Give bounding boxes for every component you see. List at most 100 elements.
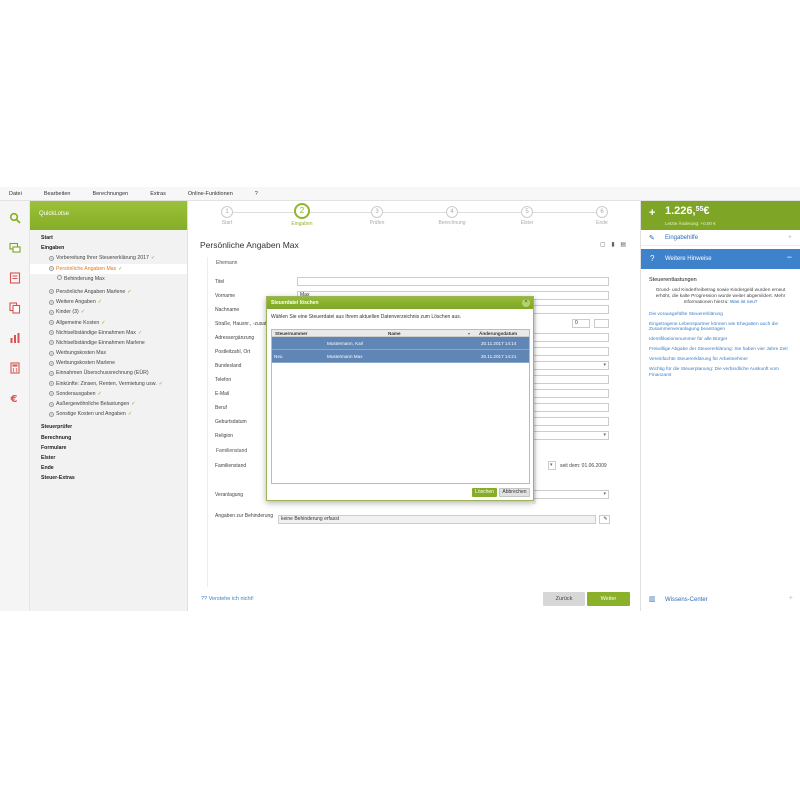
- plus-icon: +: [649, 207, 656, 219]
- step-number: 1: [221, 206, 233, 218]
- hint-link[interactable]: Wichtig für die Steuerplanung: Die verbi…: [649, 367, 792, 378]
- tree-item[interactable]: + Einnahmen Überschussrechnung (EÜR): [30, 368, 187, 378]
- tree-item[interactable]: Formulare: [30, 443, 187, 453]
- tree-item[interactable]: + Nichtselbständige Einnahmen Max ✓: [30, 328, 187, 338]
- eingabehilfe-row[interactable]: ✎ Eingabehilfe +: [641, 230, 800, 246]
- menu-datei[interactable]: Datei: [9, 191, 22, 197]
- tree-item[interactable]: + Weitere Angaben ✓: [30, 297, 187, 307]
- weitere-hinweise-label: Weitere Hinweise: [665, 256, 712, 262]
- tree-item[interactable]: + Werbungskosten Max: [30, 348, 187, 358]
- page-title: Persönliche Angaben Max: [200, 240, 299, 250]
- quicklotse-header[interactable]: QuickLotse: [30, 201, 187, 230]
- attach-icon[interactable]: ▮: [611, 242, 614, 248]
- delete-button[interactable]: Löschen: [472, 488, 497, 497]
- chart-icon[interactable]: [9, 331, 21, 343]
- table-row[interactable]: Mustermann, Karl 20.11.2017 14:14: [272, 337, 529, 350]
- calculator-icon[interactable]: [9, 361, 21, 374]
- title-toolbar: ▢ ▮ ▤: [596, 241, 626, 248]
- wissens-center-label: Wissens-Center: [665, 597, 708, 603]
- menu-bearbeiten[interactable]: Bearbeiten: [44, 191, 71, 197]
- tree-item[interactable]: + Sonderausgaben ✓: [30, 389, 187, 399]
- icon-rail: €: [0, 201, 30, 611]
- tree-item[interactable]: + Nichtselbständige Einnahmen Marlene: [30, 338, 187, 348]
- print-icon[interactable]: ▤: [620, 242, 626, 248]
- tree-item[interactable]: Behinderung Max: [30, 274, 187, 284]
- menu-help[interactable]: ?: [255, 191, 258, 197]
- tree-node-icon: +: [49, 330, 54, 336]
- expand-icon[interactable]: +: [788, 234, 792, 241]
- hausnr-zusatz-input[interactable]: [594, 319, 609, 328]
- tree-item[interactable]: + Werbungskosten Marlene: [30, 358, 187, 368]
- familienstand-select[interactable]: ▾: [548, 461, 556, 470]
- cancel-button[interactable]: Abbrechen: [499, 488, 530, 497]
- tree-item[interactable]: Ende: [30, 463, 187, 473]
- next-button[interactable]: Weiter: [587, 592, 630, 606]
- step-number: 3: [371, 206, 383, 218]
- help-link[interactable]: ?? Verstehe ich nicht!: [201, 596, 254, 602]
- form-label: Bundesland: [215, 363, 242, 369]
- table-row[interactable]: Neu Mustermann Max 20.11.2017 14:21: [272, 350, 529, 363]
- step-6[interactable]: 6 Ende: [572, 206, 632, 226]
- step-number: 2: [294, 203, 310, 219]
- tree-item[interactable]: Berechnung: [30, 433, 187, 443]
- copy-icon[interactable]: [9, 301, 21, 314]
- tree-item[interactable]: + Vorbereitung Ihrer Steuererklärung 2017…: [30, 253, 187, 263]
- cell-name: Mustermann Max: [327, 354, 363, 359]
- hint-link[interactable]: Eingetragene Lebenspartner können wie Eh…: [649, 322, 792, 333]
- back-button[interactable]: Zurück: [543, 592, 585, 606]
- euro-icon[interactable]: €: [9, 391, 21, 405]
- was-ist-neu-link[interactable]: Was ist neu?: [730, 300, 758, 305]
- tree-node-icon: +: [49, 350, 54, 356]
- tree-item-label: Sonstige Kosten und Angaben: [56, 411, 126, 418]
- collapse-icon[interactable]: −: [787, 252, 792, 262]
- tree-node-icon: +: [49, 340, 54, 346]
- col-steuernummer[interactable]: Steuernummer: [275, 331, 307, 336]
- tree-item[interactable]: Steuerprüfer: [30, 422, 187, 432]
- tree-node-icon: +: [49, 266, 54, 272]
- search-icon[interactable]: [9, 211, 21, 224]
- hint-link[interactable]: Freiwillige Abgabe der Steuererklärung: …: [649, 347, 792, 353]
- dialog-title-bar: Steuerdatei löschen ×: [267, 297, 533, 309]
- tree-item[interactable]: Elster: [30, 453, 187, 463]
- comment-icon[interactable]: ▢: [600, 242, 606, 248]
- hint-link[interactable]: Die vorausgefüllte Steuererklärung: [649, 312, 792, 318]
- tree-item[interactable]: + Persönliche Angaben Max ✓: [30, 263, 187, 274]
- chat-icon[interactable]: [9, 241, 21, 253]
- weitere-hinweise-header[interactable]: ? Weitere Hinweise −: [641, 249, 800, 269]
- tree-item[interactable]: + Kinder (3) ✓: [30, 307, 187, 317]
- col-aenderungsdatum[interactable]: Änderungsdatum: [479, 331, 517, 336]
- tree-node-icon: +: [49, 309, 54, 315]
- hausnr-input[interactable]: 0: [572, 319, 590, 328]
- tree-item[interactable]: + Allgemeine Kosten ✓: [30, 318, 187, 328]
- menu-extras[interactable]: Extras: [150, 191, 166, 197]
- hint-link[interactable]: Identifikationsnummer für alle Bürger: [649, 337, 792, 343]
- tree-item[interactable]: Start: [30, 233, 187, 243]
- edit-behinderung-button[interactable]: ✎: [599, 515, 610, 524]
- titel-input[interactable]: [297, 277, 609, 286]
- expand-icon[interactable]: +: [789, 595, 793, 602]
- menu-berechnungen[interactable]: Berechnungen: [92, 191, 128, 197]
- step-number: 6: [596, 206, 608, 218]
- wissens-center-row[interactable]: ▥ Wissens-Center +: [641, 592, 800, 610]
- tree-item[interactable]: + Einkünfte: Zinsen, Renten, Vermietung u…: [30, 379, 187, 389]
- tree-item[interactable]: + Persönliche Angaben Marlene ✓: [30, 287, 187, 297]
- step-4[interactable]: 4 Berechnung: [422, 206, 482, 226]
- tree-item[interactable]: + Sonstige Kosten und Angaben ✓: [30, 409, 187, 419]
- tree-item[interactable]: Eingaben: [30, 243, 187, 253]
- seit-datum: seit dem: 01.06.2009: [560, 463, 607, 469]
- navigation-tree: QuickLotse Start Eingaben + Vorbereitung Ih…: [30, 201, 188, 611]
- col-name[interactable]: Name: [388, 331, 401, 336]
- hint-link[interactable]: Vereinfachte Steuererklärung für Arbeitn…: [649, 357, 792, 363]
- close-icon[interactable]: ×: [522, 299, 530, 307]
- tree-item[interactable]: Steuer-Extras: [30, 473, 187, 483]
- tree-node-icon: +: [49, 391, 54, 397]
- tree-item[interactable]: + Außergewöhnliche Belastungen ✓: [30, 399, 187, 409]
- menu-online-funktionen[interactable]: Online-Funktionen: [188, 191, 233, 197]
- step-3[interactable]: 3 Prüfen: [347, 206, 407, 226]
- tree-item-label: Persönliche Angaben Marlene: [56, 288, 126, 295]
- step-1[interactable]: 1 Start: [197, 206, 257, 226]
- step-5[interactable]: 5 Elster: [497, 206, 557, 226]
- form-icon[interactable]: [9, 271, 21, 284]
- step-number: 4: [446, 206, 458, 218]
- step-2[interactable]: 2 Eingaben: [272, 203, 332, 227]
